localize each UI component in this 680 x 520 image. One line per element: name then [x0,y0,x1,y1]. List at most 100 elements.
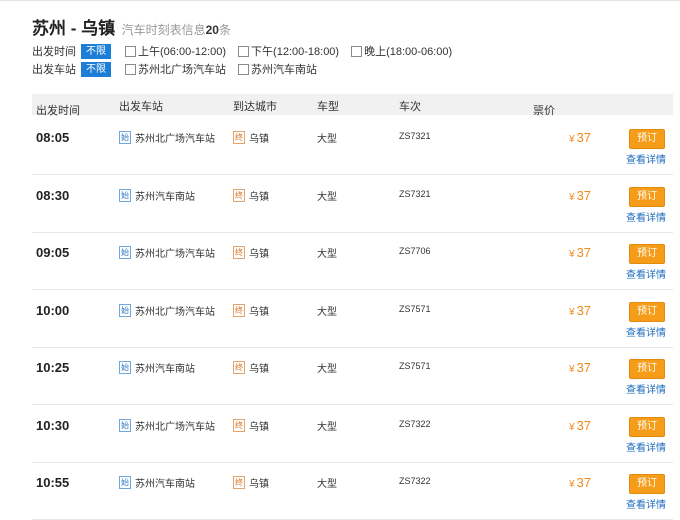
bus-type: 大型 [317,249,337,260]
city-name: 乌镇 [249,306,269,318]
start-badge-icon: 始 [119,303,131,317]
trip-number: ZS7321 [399,188,431,199]
book-button[interactable]: 预订 [629,186,665,207]
ticket-price: ¥37 [569,130,591,145]
filter-station-label: 出发车站 [32,64,76,76]
departure-time: 08:05 [36,130,70,145]
station-name: 苏州北广场汽车站 [135,306,215,318]
book-button[interactable]: 预订 [629,244,665,264]
end-badge-icon: 终 [233,361,245,374]
station-name: 苏州汽车南站 [135,479,195,490]
city-name: 乌镇 [249,191,269,203]
page-title: 苏州 - 乌镇 汽车时刻表信息20条 [32,14,231,39]
filter-time-afternoon[interactable]: 下午(12:00-18:00) [238,43,339,59]
result-count: 20 [205,23,219,37]
departure-time: 10:55 [36,475,70,490]
start-badge-icon: 始 [119,418,131,432]
ticket-price: ¥37 [569,303,591,318]
ticket-price: ¥37 [569,188,591,203]
table-row: 08:05 始苏州北广场汽车站 终乌镇 大型 ZS7321 ¥37 预订查看详情 [32,116,673,175]
trip-number: ZS7321 [399,131,431,141]
view-details-link[interactable]: 查看详情 [626,151,666,166]
result-unit: 条 [218,23,231,37]
view-details-link[interactable]: 查看详情 [626,209,666,224]
currency-symbol: ¥ [569,191,575,203]
checkbox[interactable] [351,45,363,57]
table-row: 08:30 始苏州汽车南站 终乌镇 大型 ZS7321 ¥37 预订 查看详情 [32,174,673,233]
book-button[interactable]: 预订 [629,129,665,149]
ticket-price: ¥37 [569,418,591,433]
checkbox[interactable] [238,45,250,57]
bus-type: 大型 [317,306,337,318]
arrival-city: 终乌镇 [233,130,269,145]
filter-time-evening[interactable]: 晚上(18:00-06:00) [351,43,452,59]
departure-time: 10:30 [36,417,70,433]
departure-station: 始苏州汽车南站 [119,360,195,375]
filter-time-label: 出发时间 [32,46,76,58]
checkbox[interactable] [125,63,136,75]
currency-symbol: ¥ [569,306,575,318]
currency-symbol: ¥ [569,249,575,260]
view-details-link[interactable]: 查看详情 [626,266,666,281]
book-button[interactable]: 预订 [629,301,665,322]
filter-station-south[interactable]: 苏州汽车南站 [238,61,317,77]
route-title: 苏州 - 乌镇 [32,19,116,38]
view-details-link[interactable]: 查看详情 [626,381,666,396]
arrival-city: 终乌镇 [233,245,269,260]
departure-station: 始苏州北广场汽车站 [119,245,215,260]
sort-icon[interactable]: ▲ [37,102,45,111]
filter-departure-time: 出发时间 不限 上午(06:00-12:00) 下午(12:00-18:00) … [32,43,464,59]
start-badge-icon: 始 [119,131,131,144]
bus-type: 大型 [317,134,337,145]
currency-symbol: ¥ [569,134,575,145]
price-value: 37 [576,187,592,203]
bus-type: 大型 [317,191,337,203]
end-badge-icon: 终 [233,476,245,489]
col-city: 到达城市 [233,101,277,113]
book-button[interactable]: 预订 [629,474,665,494]
start-badge-icon: 始 [119,476,131,489]
checkbox[interactable] [238,63,249,75]
sort-icon[interactable]: ▲ [534,102,542,111]
table-row: 09:05 始苏州北广场汽车站 终乌镇 大型 ZS7706 ¥37 预订 查看详情 [32,231,673,290]
bus-type: 大型 [317,421,337,433]
departure-time: 09:05 [36,245,70,260]
table-row: 10:25 始苏州汽车南站 终乌镇 大型 ZS7571 ¥37 预订 查看详情 [32,346,673,405]
filter-time-morning[interactable]: 上午(06:00-12:00) [125,43,226,59]
end-badge-icon: 终 [233,303,245,317]
filter-station-north[interactable]: 苏州北广场汽车站 [125,61,226,77]
filter-time-any[interactable]: 不限 [81,43,111,59]
end-badge-icon: 终 [233,418,245,432]
book-button[interactable]: 预订 [629,416,665,437]
trip-number: ZS7571 [399,303,431,314]
checkbox[interactable] [125,45,136,57]
departure-time: 10:25 [36,360,70,375]
currency-symbol: ¥ [569,421,575,433]
arrival-city: 终乌镇 [233,418,269,433]
view-details-link[interactable]: 查看详情 [626,324,666,339]
departure-station: 始苏州北广场汽车站 [119,130,215,145]
currency-symbol: ¥ [569,479,575,490]
end-badge-icon: 终 [233,246,245,259]
filter-departure-station: 出发车站 不限 苏州北广场汽车站 苏州汽车南站 [32,61,329,77]
table-row: 10:30 始苏州北广场汽车站 终乌镇 大型 ZS7322 ¥37 预订 查看详情 [32,404,673,463]
ticket-price: ¥37 [569,360,591,375]
table-header: 出发时间 ▲ 出发车站 到达城市 车型 车次 票价 ▲ [32,94,673,117]
filter-station-any[interactable]: 不限 [81,61,111,77]
departure-station: 始苏州汽车南站 [119,188,195,203]
book-button[interactable]: 预订 [629,359,665,379]
view-details-link[interactable]: 查看详情 [626,439,666,454]
bus-type: 大型 [317,479,337,490]
city-name: 乌镇 [249,479,269,490]
price-value: 37 [576,417,592,433]
price-value: 37 [576,360,592,375]
station-name: 苏州汽车南站 [135,191,195,203]
ticket-price: ¥37 [569,245,591,260]
station-name: 苏州北广场汽车站 [135,421,215,433]
end-badge-icon: 终 [233,131,245,144]
start-badge-icon: 始 [119,361,131,374]
city-name: 乌镇 [249,364,269,375]
arrival-city: 终乌镇 [233,360,269,375]
start-badge-icon: 始 [119,246,131,259]
city-name: 乌镇 [249,134,269,145]
